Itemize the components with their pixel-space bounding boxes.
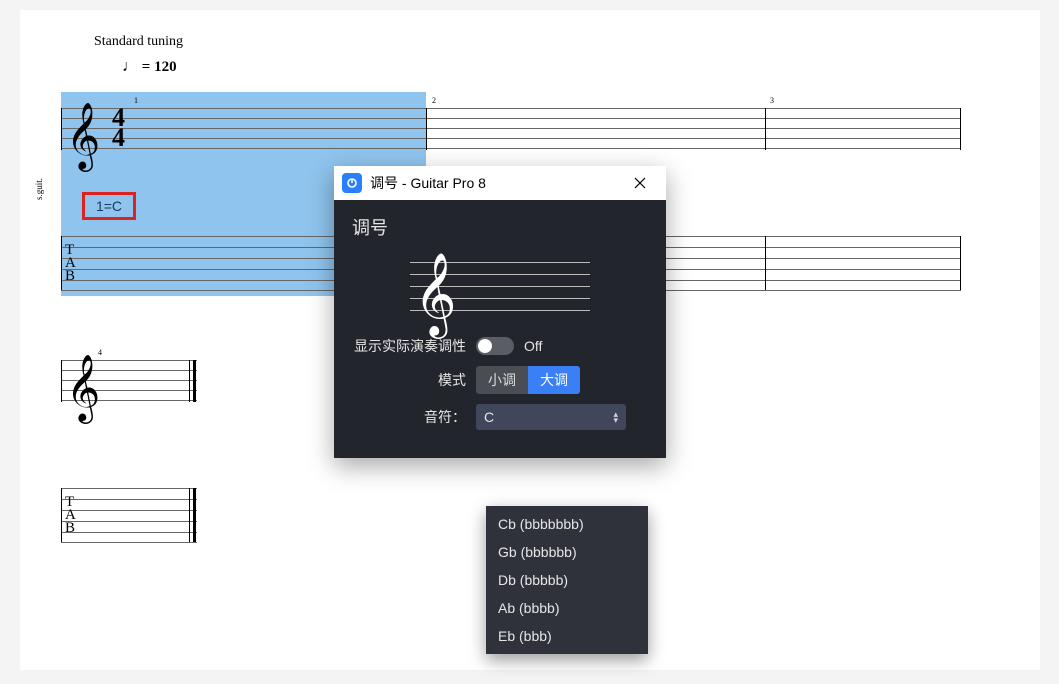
mode-major-button[interactable]: 大调 <box>528 366 580 394</box>
key-indicator[interactable]: 1=C <box>82 192 136 220</box>
note-option[interactable]: Eb (bbb) <box>486 622 648 650</box>
dialog-title: 调号 - Guitar Pro 8 <box>370 173 486 193</box>
mode-segmented: 小调 大调 <box>476 366 580 394</box>
note-option[interactable]: Cb (bbbbbbb) <box>486 510 648 538</box>
tempo-note-icon: ♩ <box>122 58 138 75</box>
tempo-marking: ♩ = 120 <box>122 58 177 76</box>
note-selected-value: C <box>484 409 494 425</box>
time-signature[interactable]: 4 4 <box>112 108 125 148</box>
mode-label: 模式 <box>352 370 476 390</box>
tempo-value: 120 <box>154 59 177 75</box>
dialog-titlebar[interactable]: 调号 - Guitar Pro 8 <box>334 166 666 200</box>
measure-number-2: 2 <box>432 96 436 105</box>
key-preview: 𝄞 <box>352 256 648 312</box>
show-actual-toggle[interactable] <box>476 337 514 355</box>
measure-number-3: 3 <box>770 96 774 105</box>
track-label: s.guit. <box>34 178 44 200</box>
note-option[interactable]: Db (bbbbb) <box>486 566 648 594</box>
note-option[interactable]: Ab (bbbb) <box>486 594 648 622</box>
show-actual-label: 显示实际演奏调性 <box>352 336 476 356</box>
app-icon <box>342 173 362 193</box>
key-signature-dialog: 调号 - Guitar Pro 8 调号 𝄞 显示实际演奏调性 Off 模式 小… <box>334 166 666 458</box>
stepper-arrows-icon: ▴▾ <box>613 411 618 423</box>
mode-minor-button[interactable]: 小调 <box>476 366 528 394</box>
tuning-label: Standard tuning <box>94 34 183 50</box>
note-option[interactable]: Gb (bbbbbb) <box>486 538 648 566</box>
note-label: 音符： <box>352 407 476 427</box>
measure-number-1: 1 <box>134 96 138 105</box>
close-icon <box>634 177 646 189</box>
tab-label-2: T A B <box>65 496 76 535</box>
standard-staff-1[interactable] <box>61 108 961 150</box>
tab-label-1: T A B <box>65 244 76 283</box>
note-combobox[interactable]: C ▴▾ <box>476 404 626 430</box>
measure-number-4: 4 <box>98 348 102 357</box>
tab-staff-2[interactable] <box>61 488 197 542</box>
toggle-state: Off <box>524 338 542 354</box>
note-dropdown: Cb (bbbbbbb) Gb (bbbbbb) Db (bbbbb) Ab (… <box>486 506 648 654</box>
dialog-header: 调号 <box>352 214 648 240</box>
close-button[interactable] <box>620 166 660 200</box>
